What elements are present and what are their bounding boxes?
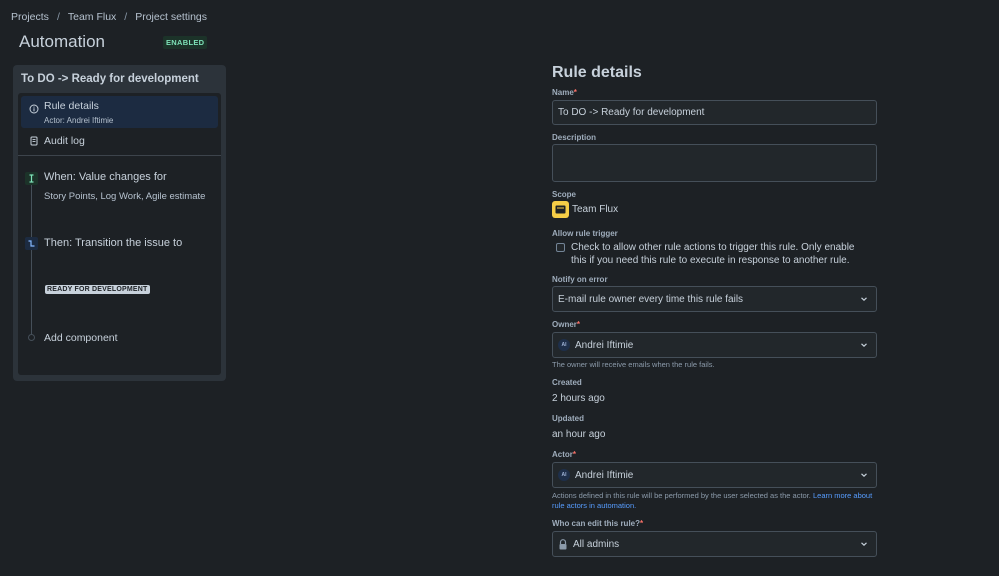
nav-audit-log[interactable]: Audit log <box>21 131 218 151</box>
allow-trigger-text: Check to allow other rule actions to tri… <box>571 242 855 266</box>
actor-helper: Actions defined in this rule will be per… <box>552 491 873 510</box>
description-textarea[interactable] <box>552 144 877 182</box>
avatar: AI <box>558 339 570 351</box>
chevron-down-icon <box>861 343 867 348</box>
trigger-title[interactable]: When: Value changes for <box>44 171 167 183</box>
add-component-button[interactable]: Add component <box>44 332 118 344</box>
breadcrumb: Projects / Team Flux / Project settings <box>11 11 207 23</box>
document-icon <box>29 136 39 146</box>
allow-trigger-checkbox[interactable] <box>556 243 565 252</box>
notify-label: Notify on error <box>552 275 608 284</box>
name-input[interactable]: To DO -> Ready for development <box>552 100 877 125</box>
trigger-fields: Story Points, Log Work, Agile estimate <box>44 191 206 202</box>
chevron-down-icon <box>861 473 867 478</box>
flow-connector <box>31 179 32 337</box>
status-lozenge: READY FOR DEVELOPMENT <box>45 285 150 294</box>
breadcrumb-separator: / <box>124 11 128 23</box>
owner-label: Owner* <box>552 320 581 329</box>
transition-icon <box>25 237 38 250</box>
scope-label: Scope <box>552 190 577 199</box>
nav-label: Audit log <box>44 135 85 147</box>
breadcrumb-projects[interactable]: Projects <box>11 11 49 23</box>
owner-helper: The owner will receive emails when the r… <box>552 360 715 369</box>
actor-label: Actor* <box>552 450 577 459</box>
scope-value: Team Flux <box>572 204 619 215</box>
updated-value: an hour ago <box>552 429 606 440</box>
actor-select[interactable]: AI Andrei Iftimie <box>552 462 877 488</box>
page-title: Automation <box>19 32 105 51</box>
updated-label: Updated <box>552 414 584 423</box>
field-change-icon <box>25 172 38 185</box>
project-icon <box>552 201 569 218</box>
editors-label: Who can edit this rule?* <box>552 519 644 528</box>
actor-sublabel: Actor: Andrei Iftimie <box>44 116 114 125</box>
rule-panel: To DO -> Ready for development Rule deta… <box>13 65 226 381</box>
description-label: Description <box>552 133 597 142</box>
nav-rule-details[interactable]: Rule details Actor: Andrei Iftimie <box>21 96 218 128</box>
editors-select[interactable]: All admins <box>552 531 877 557</box>
chevron-down-icon <box>861 542 867 547</box>
divider <box>18 155 221 156</box>
rule-title: To DO -> Ready for development <box>21 73 199 85</box>
owner-select[interactable]: AI Andrei Iftimie <box>552 332 877 358</box>
info-circle-icon <box>29 104 39 114</box>
rule-components: Rule details Actor: Andrei Iftimie Audit… <box>18 93 221 375</box>
created-value: 2 hours ago <box>552 393 605 404</box>
breadcrumb-team-flux[interactable]: Team Flux <box>68 11 116 23</box>
action-title[interactable]: Then: Transition the issue to <box>44 237 182 249</box>
chevron-down-icon <box>861 297 867 302</box>
lock-icon <box>558 538 568 550</box>
breadcrumb-separator: / <box>56 11 60 23</box>
name-label: Name* <box>552 88 577 97</box>
form-heading: Rule details <box>552 64 642 81</box>
notify-select[interactable]: E-mail rule owner every time this rule f… <box>552 286 877 312</box>
avatar: AI <box>558 469 570 481</box>
breadcrumb-project-settings[interactable]: Project settings <box>135 11 207 23</box>
created-label: Created <box>552 378 582 387</box>
allow-trigger-label: Allow rule trigger <box>552 229 618 238</box>
status-badge: ENABLED <box>163 36 208 49</box>
add-component-dot <box>28 334 35 341</box>
nav-label: Rule details <box>44 100 99 112</box>
